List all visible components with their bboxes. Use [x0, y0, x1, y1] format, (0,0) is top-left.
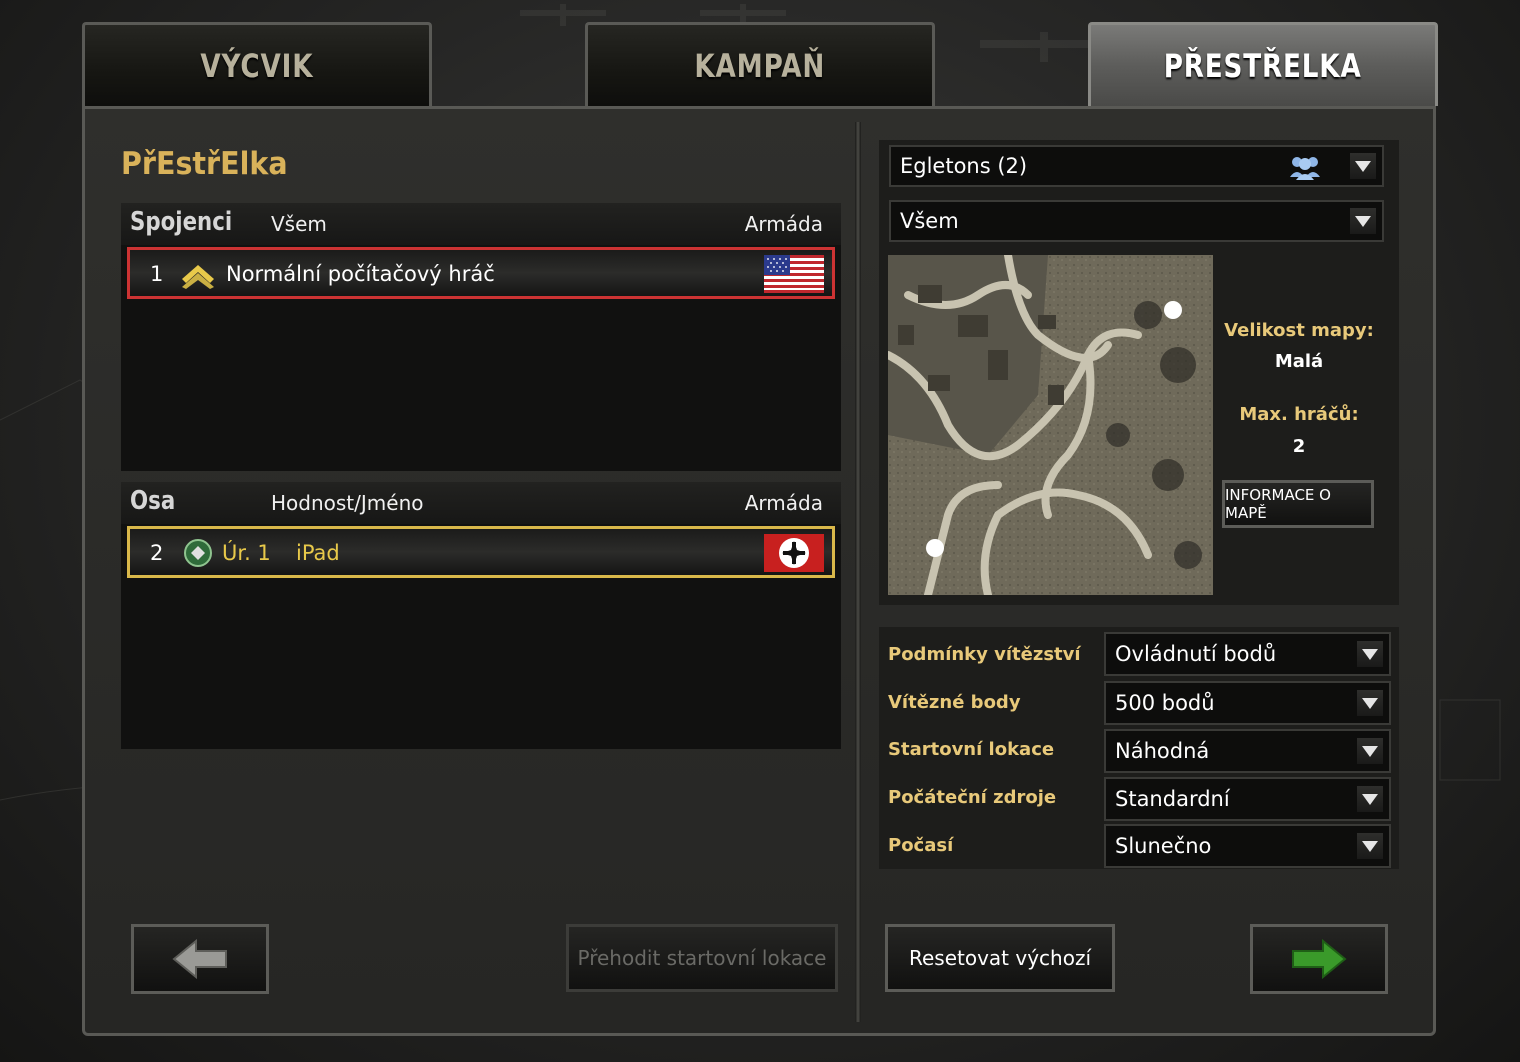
start-location-value: Náhodná	[1115, 739, 1210, 763]
player-name: iPad	[296, 541, 340, 565]
chevron-down-icon	[1357, 833, 1383, 859]
swap-start-locations-button[interactable]: Přehodit startovní lokace	[566, 924, 838, 992]
victory-points-dropdown[interactable]: 500 bodů	[1104, 681, 1391, 725]
player-name: Normální počítačový hráč	[226, 262, 495, 286]
map-select-value: Egletons (2)	[900, 154, 1028, 178]
allies-player-row[interactable]: 1 Normální počítačový hráč	[127, 247, 835, 299]
chevron-down-icon	[1350, 153, 1376, 179]
axis-column-army: Armáda	[744, 491, 823, 515]
usa-flag-icon[interactable]	[764, 255, 824, 293]
victory-conditions-dropdown[interactable]: Ovládnutí bodů	[1104, 632, 1391, 676]
starting-resources-label: Počáteční zdroje	[888, 787, 1057, 808]
map-select-dropdown[interactable]: Egletons (2)	[889, 145, 1384, 187]
allies-column-chat: Všem	[271, 212, 327, 236]
weather-label: Počasí	[888, 835, 954, 856]
allies-header: Spojenci Všem Armáda	[121, 203, 841, 245]
chevron-down-icon	[1357, 690, 1383, 716]
back-button[interactable]	[131, 924, 269, 994]
victory-points-value: 500 bodů	[1115, 691, 1215, 715]
victory-conditions-value: Ovládnutí bodů	[1115, 642, 1277, 666]
tab-training[interactable]: VÝCVIK	[82, 22, 432, 106]
map-filter-value: Všem	[900, 209, 959, 233]
axis-player-row[interactable]: 2 Úr. 1 iPad	[127, 526, 835, 578]
back-arrow-icon	[172, 939, 227, 979]
map-preview[interactable]	[888, 255, 1213, 595]
player-level: Úr. 1	[222, 541, 271, 565]
max-players-label: Max. hráčů:	[1239, 404, 1359, 425]
map-size-label: Velikost mapy:	[1224, 320, 1374, 341]
player-slot-number: 1	[150, 262, 164, 286]
axis-panel: Osa Hodnost/Jméno Armáda 2 Úr. 1 iPad	[121, 482, 841, 749]
axis-column-rank-name: Hodnost/Jméno	[271, 491, 424, 515]
start-location-marker	[926, 539, 944, 557]
tab-training-label: VÝCVIK	[200, 46, 314, 85]
page-title: PřEstřElka	[121, 146, 288, 182]
chevron-rank-icon	[182, 265, 214, 289]
tab-skirmish-label: PŘESTŘELKA	[1164, 46, 1362, 85]
reset-default-button[interactable]: Resetovat výchozí	[885, 924, 1115, 992]
allies-column-army: Armáda	[744, 212, 823, 236]
start-location-label: Startovní lokace	[888, 739, 1055, 760]
column-divider	[855, 122, 861, 1022]
tab-campaign[interactable]: KAMPAŇ	[585, 22, 935, 106]
starting-resources-dropdown[interactable]: Standardní	[1104, 777, 1391, 821]
player-slot-number: 2	[150, 541, 164, 565]
victory-points-label: Vítězné body	[888, 692, 1021, 713]
map-info-button[interactable]: INFORMACE O MAPĚ	[1222, 480, 1374, 528]
map-size-value: Malá	[1274, 351, 1324, 372]
starting-resources-value: Standardní	[1115, 787, 1230, 811]
max-players-value: 2	[1292, 436, 1306, 457]
players-group-icon	[1290, 157, 1320, 180]
chevron-down-icon	[1350, 208, 1376, 234]
map-filter-dropdown[interactable]: Všem	[889, 200, 1384, 242]
axis-header: Osa Hodnost/Jméno Armáda	[121, 482, 841, 524]
green-diamond-rank-icon	[184, 539, 212, 567]
tab-skirmish[interactable]: PŘESTŘELKA	[1088, 22, 1438, 106]
next-arrow-icon	[1292, 939, 1347, 979]
start-location-marker	[1164, 301, 1182, 319]
weather-dropdown[interactable]: Slunečno	[1104, 824, 1391, 868]
chevron-down-icon	[1357, 786, 1383, 812]
victory-conditions-label: Podmínky vítězství	[888, 644, 1081, 665]
chevron-down-icon	[1357, 641, 1383, 667]
iron-cross-flag-icon[interactable]	[764, 534, 824, 572]
chevron-down-icon	[1357, 738, 1383, 764]
start-location-dropdown[interactable]: Náhodná	[1104, 729, 1391, 773]
axis-team-name: Osa	[130, 486, 176, 516]
tab-campaign-label: KAMPAŇ	[694, 46, 826, 85]
allies-team-name: Spojenci	[130, 207, 233, 237]
allies-panel: Spojenci Všem Armáda 1 Normální počítačo…	[121, 203, 841, 471]
weather-value: Slunečno	[1115, 834, 1212, 858]
next-button[interactable]	[1250, 924, 1388, 994]
